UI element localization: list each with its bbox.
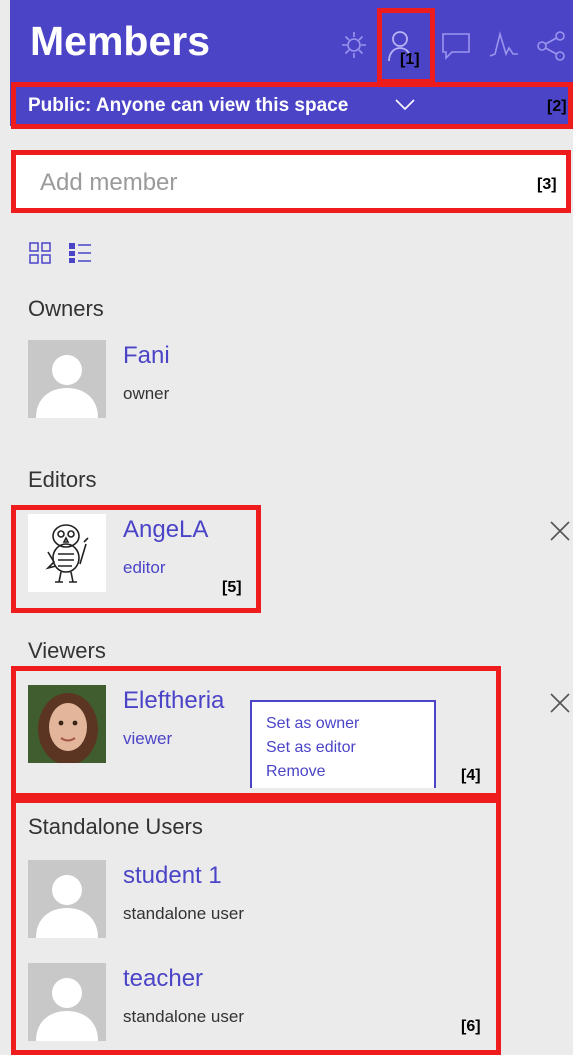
avatar — [28, 340, 106, 418]
member-role-selector[interactable]: viewer — [123, 729, 172, 749]
member-name[interactable]: AngeLA — [123, 516, 208, 544]
grid-view-icon[interactable] — [28, 241, 52, 265]
chevron-down-icon — [395, 98, 415, 112]
close-icon[interactable] — [549, 692, 571, 714]
members-header: Members — [10, 0, 573, 84]
visibility-label: Public: Anyone can view this space — [28, 95, 349, 116]
remove-option[interactable]: Remove — [266, 760, 434, 784]
member-angela: AngeLA editor — [28, 514, 508, 598]
visibility-dropdown[interactable]: Public: Anyone can view this space — [10, 84, 573, 126]
set-editor-option[interactable]: Set as editor — [266, 736, 434, 760]
page-title: Members — [30, 18, 211, 64]
list-view-icon[interactable] — [68, 241, 92, 265]
member-role: standalone user — [123, 1007, 244, 1026]
annotation-label-6: [6] — [461, 1018, 481, 1035]
annotation-label-5: [5] — [222, 579, 242, 596]
close-icon[interactable] — [549, 520, 571, 542]
standalone-heading: Standalone Users — [28, 814, 203, 839]
avatar — [28, 860, 106, 938]
member-student-1: student 1 standalone user — [28, 860, 508, 944]
member-teacher: teacher standalone user — [28, 963, 508, 1047]
role-menu: Set as owner Set as editor Remove — [250, 700, 436, 788]
annotation-label-1: [1] — [400, 51, 420, 68]
member-name[interactable]: Fani — [123, 342, 170, 370]
avatar — [28, 685, 106, 763]
annotation-label-3: [3] — [537, 176, 557, 193]
editors-heading: Editors — [28, 467, 97, 492]
viewers-heading: Viewers — [28, 638, 106, 663]
member-role-selector[interactable]: editor — [123, 558, 166, 578]
activity-icon[interactable] — [488, 28, 520, 62]
share-icon[interactable] — [536, 28, 568, 62]
annotation-label-2: [2] — [547, 98, 567, 115]
annotation-label-4: [4] — [461, 767, 481, 784]
chat-icon[interactable] — [440, 28, 472, 62]
member-fani: Fani owner — [28, 340, 508, 424]
add-member-input[interactable] — [16, 155, 568, 211]
gear-icon[interactable] — [338, 28, 370, 62]
avatar — [28, 963, 106, 1041]
member-name[interactable]: teacher — [123, 965, 203, 993]
member-name[interactable]: Eleftheria — [123, 687, 224, 715]
avatar — [28, 514, 106, 592]
member-role: owner — [123, 384, 170, 403]
member-name[interactable]: student 1 — [123, 862, 222, 890]
owners-heading: Owners — [28, 296, 104, 321]
member-role: standalone user — [123, 904, 244, 923]
set-owner-option[interactable]: Set as owner — [266, 712, 434, 736]
